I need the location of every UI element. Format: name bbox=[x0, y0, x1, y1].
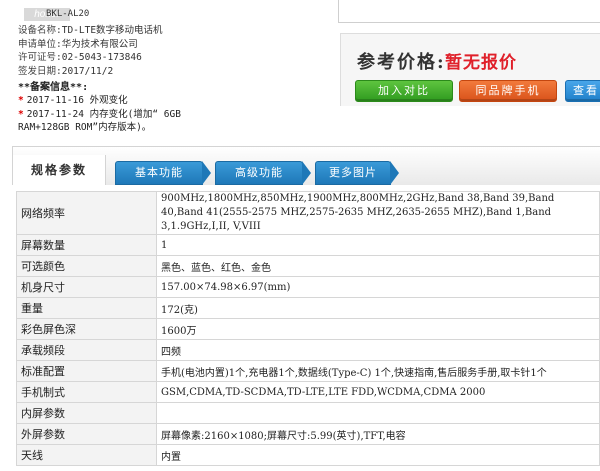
table-row: 外屏参数 屏幕像素:2160×1080;屏幕尺寸:5.99(英寸),TFT,电容 bbox=[16, 423, 600, 445]
info-line-applicant: 申请单位:华为技术有限公司 bbox=[18, 38, 138, 50]
spec-key: 外屏参数 bbox=[16, 423, 157, 445]
spec-value: 1 bbox=[156, 234, 600, 256]
spec-key: 标准配置 bbox=[16, 360, 157, 382]
tab-basic-functions[interactable]: 基本功能 bbox=[115, 161, 211, 185]
spec-value: 172(克) bbox=[156, 297, 600, 319]
spec-value: 四频 bbox=[156, 339, 600, 361]
table-row: 重量 172(克) bbox=[16, 297, 600, 319]
spec-key: 屏幕数量 bbox=[16, 234, 157, 256]
spec-value: 157.00×74.98×6.97(mm) bbox=[156, 276, 600, 298]
spec-value: 900MHz,1800MHz,850MHz,1900MHz,800MHz,2GH… bbox=[156, 191, 600, 235]
spec-key: 机身尺寸 bbox=[16, 276, 157, 298]
spec-key: 彩色屏色深 bbox=[16, 318, 157, 340]
filing-item-continuation: RAM+128GB ROM”内存版本)。 bbox=[18, 122, 152, 133]
tab-bar: 规格参数 基本功能 高级功能 更多图片 bbox=[12, 146, 600, 185]
spec-key: 网络频率 bbox=[16, 191, 157, 235]
table-row: 机身尺寸 157.00×74.98×6.97(mm) bbox=[16, 276, 600, 298]
price-value: 暂无报价 bbox=[445, 53, 517, 73]
add-to-compare-button[interactable]: 加入对比 bbox=[355, 80, 453, 102]
star-icon: * bbox=[18, 108, 24, 120]
device-info-panel: honor BKL-AL20 设备名称:TD-LTE数字移动电话机 申请单位:华… bbox=[18, 6, 332, 135]
table-row: 承载频段 四频 bbox=[16, 339, 600, 361]
brand-row: honor BKL-AL20 bbox=[18, 6, 332, 24]
spec-value: 内置 bbox=[156, 444, 600, 466]
info-line-license: 许可证号:02-5043-173846 bbox=[18, 52, 142, 63]
table-row: 可选颜色 黑色、蓝色、红色、金色 bbox=[16, 255, 600, 277]
table-row: 标准配置 手机(电池内置)1个,充电器1个,数据线(Type-C) 1个,快速指… bbox=[16, 360, 600, 382]
tab-advanced-functions[interactable]: 高级功能 bbox=[215, 161, 311, 185]
same-brand-phones-button[interactable]: 同品牌手机 bbox=[459, 80, 557, 102]
table-row: 天线 内置 bbox=[16, 444, 600, 466]
spec-key: 天线 bbox=[16, 444, 157, 466]
spec-table: 网络频率 900MHz,1800MHz,850MHz,1900MHz,800MH… bbox=[16, 191, 600, 466]
table-row: 彩色屏色深 1600万 bbox=[16, 318, 600, 340]
spec-value: 屏幕像素:2160×1080;屏幕尺寸:5.99(英寸),TFT,电容 bbox=[156, 423, 600, 445]
spec-key: 可选颜色 bbox=[16, 255, 157, 277]
spec-value: 1600万 bbox=[156, 318, 600, 340]
spec-key: 承载频段 bbox=[16, 339, 157, 361]
spec-key: 手机制式 bbox=[16, 381, 157, 403]
spec-value: GSM,CDMA,TD-SCDMA,TD-LTE,LTE FDD,WCDMA,C… bbox=[156, 381, 600, 403]
info-line-device-name: 设备名称:TD-LTE数字移动电话机 bbox=[18, 25, 163, 36]
spec-value: 手机(电池内置)1个,充电器1个,数据线(Type-C) 1个,快速指南,售后服… bbox=[156, 360, 600, 382]
spec-value: 黑色、蓝色、红色、金色 bbox=[156, 255, 600, 277]
star-icon: * bbox=[18, 95, 24, 106]
price-box: 参考价格: 暂无报价 加入对比 同品牌手机 查看 bbox=[340, 33, 600, 106]
view-button[interactable]: 查看 bbox=[565, 80, 600, 102]
spec-key: 重量 bbox=[16, 297, 157, 319]
table-row: 手机制式 GSM,CDMA,TD-SCDMA,TD-LTE,LTE FDD,WC… bbox=[16, 381, 600, 403]
filing-item: * 2017-11-24 内存变化(增加“ 6GB bbox=[18, 108, 181, 120]
table-row: 屏幕数量 1 bbox=[16, 234, 600, 256]
spec-value bbox=[156, 402, 600, 424]
top-right-frame bbox=[338, 0, 600, 23]
filing-title: **备案信息**: bbox=[18, 82, 89, 93]
tab-more-pictures[interactable]: 更多图片 bbox=[315, 161, 399, 185]
model-code: BKL-AL20 bbox=[46, 9, 90, 19]
spec-key: 内屏参数 bbox=[16, 402, 157, 424]
price-label: 参考价格: bbox=[357, 52, 446, 73]
tab-specs[interactable]: 规格参数 bbox=[13, 155, 106, 185]
table-row: 内屏参数 bbox=[16, 402, 600, 424]
table-row: 网络频率 900MHz,1800MHz,850MHz,1900MHz,800MH… bbox=[16, 191, 600, 235]
info-line-issue-date: 签发日期:2017/11/2 bbox=[18, 65, 114, 77]
filing-item: * 2017-11-16 外观变化 bbox=[18, 95, 128, 106]
